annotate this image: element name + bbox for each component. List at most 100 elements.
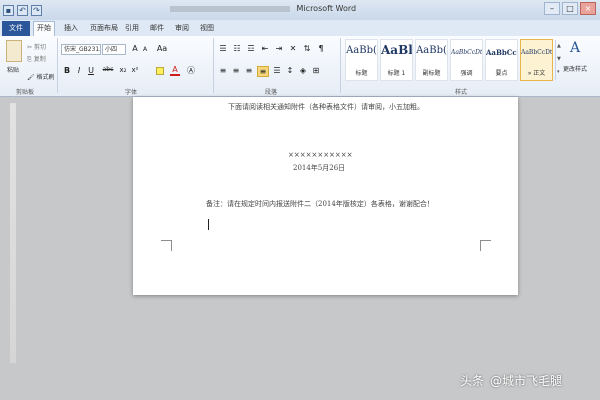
tab-view[interactable]: 视图: [200, 23, 214, 33]
tab-references[interactable]: 引用: [125, 23, 139, 33]
style-name: 标题 1: [387, 70, 406, 77]
tab-mailings[interactable]: 邮件: [150, 23, 164, 33]
maximize-button[interactable]: □: [562, 2, 578, 15]
watermark: 头条 @城市飞毛腿: [460, 372, 562, 389]
highlight-icon[interactable]: [156, 67, 164, 75]
group-divider: [213, 38, 214, 93]
margin-corner-mark: [161, 240, 172, 251]
style-strong[interactable]: AaBbCcD 要点: [485, 39, 518, 81]
show-marks-icon[interactable]: ¶: [316, 44, 326, 53]
italic-button[interactable]: I: [74, 66, 84, 75]
style-emphasis[interactable]: AaBbCcDt 强调: [450, 39, 483, 81]
character-border-icon[interactable]: Ⓐ: [186, 65, 196, 76]
numbering-icon[interactable]: ☷: [232, 44, 242, 53]
minimize-button[interactable]: –: [544, 2, 560, 15]
style-sample: AaBbCcDt: [521, 49, 552, 56]
bullets-icon[interactable]: ☰: [218, 44, 228, 53]
style-name: » 正文: [527, 70, 546, 77]
font-size-field[interactable]: 小四: [102, 44, 126, 55]
borders-icon[interactable]: ⊞: [311, 66, 321, 77]
tab-home[interactable]: 开始: [33, 21, 55, 36]
close-button[interactable]: ×: [580, 2, 596, 15]
style-heading-1[interactable]: AaBl 标题 1: [380, 39, 413, 81]
group-divider: [340, 38, 341, 93]
change-styles-icon[interactable]: A: [566, 40, 584, 58]
clipboard-group-label: 剪贴板: [16, 89, 35, 96]
chinese-layout-icon[interactable]: ✕: [288, 44, 298, 53]
document-page[interactable]: 下面请阅读相关通知附件（各种表格文件）请审阅，小五加粗。 ×××××××××××…: [133, 97, 518, 295]
change-styles-label[interactable]: 更改样式: [563, 64, 587, 73]
copy-label: 复制: [33, 56, 46, 63]
underline-button[interactable]: U: [86, 66, 96, 75]
margin-corner-mark: [480, 240, 491, 251]
increase-indent-icon[interactable]: ⇥: [274, 44, 284, 53]
app-name: Microsoft Word: [296, 4, 357, 13]
shrink-font-button[interactable]: A: [140, 46, 150, 53]
paste-icon[interactable]: [6, 40, 22, 62]
font-color-button[interactable]: A: [170, 65, 180, 76]
blurred-document-name: [170, 5, 290, 12]
sort-icon[interactable]: ⇅: [302, 44, 312, 53]
bold-button[interactable]: B: [62, 66, 72, 75]
style-normal[interactable]: AaBbCcDt » 正文: [520, 39, 553, 81]
redo-icon[interactable]: ↷: [31, 4, 42, 16]
copy-button[interactable]: ⎘ 复制: [27, 54, 46, 64]
subscript-button[interactable]: x₂: [118, 66, 128, 74]
line-spacing-icon[interactable]: ↕: [285, 66, 295, 77]
style-sample: AaBl: [381, 43, 412, 57]
style-sample: AaBb(: [346, 45, 377, 56]
watermark-author: @城市飞毛腿: [490, 374, 563, 388]
style-subtitle[interactable]: AaBb( 副标题: [415, 39, 448, 81]
quick-access-toolbar: ▪ ↶ ↷: [3, 3, 42, 17]
style-sample: AaBb(: [416, 45, 447, 56]
style-name: 标题: [355, 70, 368, 77]
superscript-button[interactable]: x²: [130, 66, 140, 74]
change-case-button[interactable]: Aa: [155, 44, 169, 53]
document-line: 下面请阅读相关通知附件（各种表格文件）请审阅，小五加粗。: [228, 103, 424, 111]
vertical-ruler: [10, 103, 16, 363]
style-sample: AaBbCcD: [486, 48, 517, 57]
justify-icon[interactable]: ≡: [257, 66, 269, 77]
format-painter-label: 格式刷: [36, 74, 55, 81]
shading-icon[interactable]: ◈: [298, 66, 308, 77]
style-sample: AaBbCcDt: [451, 49, 482, 56]
font-group-label: 字体: [125, 89, 138, 96]
paragraph-top-row: ☰ ☷ ☲ ⇤ ⇥ ✕ ⇅ ¶: [218, 44, 326, 53]
format-painter-button[interactable]: 🖌 格式刷: [27, 72, 55, 81]
styles-group-label: 样式: [455, 89, 468, 96]
font-name-field[interactable]: 仿宋_GB2312: [61, 44, 101, 55]
style-title[interactable]: AaBb( 标题: [345, 39, 378, 81]
text-cursor: [208, 219, 209, 230]
tab-file[interactable]: 文件: [2, 21, 30, 36]
tab-insert[interactable]: 插入: [64, 23, 78, 33]
group-divider: [57, 38, 58, 93]
watermark-source: 头条: [460, 374, 485, 388]
document-note: 备注：请在规定时间内报送附件二（2014年版核定）各表格，谢谢配合！: [206, 200, 434, 208]
paragraph-bottom-row: ≡ ≡ ≡ ≡ ☰ ↕ ◈ ⊞: [218, 66, 321, 77]
style-name: 强调: [460, 70, 473, 77]
tab-page-layout[interactable]: 页面布局: [90, 23, 118, 33]
distributed-icon[interactable]: ☰: [272, 66, 282, 77]
style-name: 要点: [495, 70, 508, 77]
gallery-scroll[interactable]: ▲ ▼ ▾: [555, 40, 562, 80]
multilevel-list-icon[interactable]: ☲: [246, 44, 256, 53]
grow-font-button[interactable]: A: [130, 44, 140, 53]
save-icon[interactable]: ▪: [3, 4, 14, 16]
strikethrough-button[interactable]: abc: [100, 66, 116, 73]
align-left-icon[interactable]: ≡: [218, 66, 228, 77]
document-date: 2014年5月26日: [293, 164, 346, 172]
style-name: 副标题: [422, 70, 441, 77]
cut-label: 剪切: [33, 44, 46, 51]
document-line: ×××××××××××: [288, 151, 353, 159]
cut-button[interactable]: ✂ 剪切: [27, 42, 46, 51]
paragraph-group-label: 段落: [265, 89, 278, 96]
paste-label[interactable]: 粘贴: [7, 65, 19, 74]
tab-review[interactable]: 审阅: [175, 23, 189, 33]
decrease-indent-icon[interactable]: ⇤: [260, 44, 270, 53]
window-controls: – □ ×: [544, 2, 596, 15]
undo-icon[interactable]: ↶: [17, 4, 28, 16]
window-title: Microsoft Word: [170, 4, 470, 13]
align-right-icon[interactable]: ≡: [244, 66, 254, 77]
styles-gallery: AaBb( 标题 AaBl 标题 1 AaBb( 副标题 AaBbCcDt 强调…: [345, 39, 553, 81]
align-center-icon[interactable]: ≡: [231, 66, 241, 77]
